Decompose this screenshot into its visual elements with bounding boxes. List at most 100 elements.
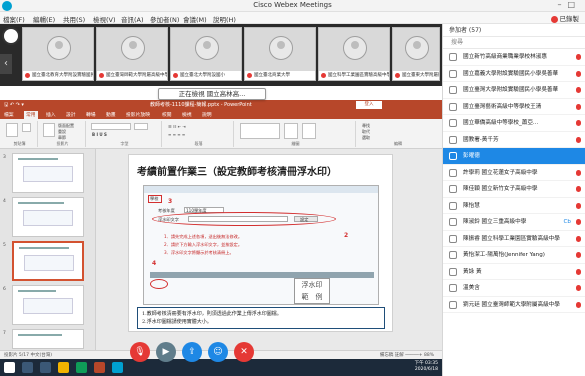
participant-row[interactable]: 溫美含 <box>443 280 585 297</box>
slide-thumbnail[interactable] <box>12 329 84 349</box>
muted-mic-icon[interactable] <box>576 235 581 242</box>
menu-file[interactable]: 檔案(F) <box>3 14 25 24</box>
align-icon[interactable]: ≡ ≡ ≡ ≡ <box>168 132 185 137</box>
video-thumbnail[interactable]: 國立科學工業園區實驗高級中學 <box>318 27 390 81</box>
muted-mic-icon[interactable] <box>576 136 581 143</box>
video-thumbnail[interactable]: 國立臺東大學附屬體育高級中學 <box>392 27 440 81</box>
muted-mic-icon[interactable] <box>576 285 581 291</box>
participant-row[interactable]: 許學莉 國立花蓮女子高級中學 <box>443 165 585 181</box>
participant-row[interactable]: 陳佳穎 國立新竹女子高級中學 <box>443 181 585 198</box>
slide-thumbnail[interactable] <box>12 285 84 325</box>
tab-file[interactable]: 檔案 <box>4 111 14 118</box>
taskbar-clock[interactable]: 下午 03:35 2020/6/18 <box>415 361 438 373</box>
video-thumbnail[interactable]: 國立臺北大學附設國小 <box>170 27 242 81</box>
ribbon-group-label: 編輯 <box>394 141 402 146</box>
video-button[interactable]: ▶ <box>156 342 176 362</box>
participant-row[interactable]: 國立嘉義大學附設實驗國民小學吳善華 <box>443 66 585 82</box>
muted-mic-icon[interactable] <box>576 219 581 225</box>
chrome-icon[interactable] <box>76 362 87 373</box>
quick-access-toolbar[interactable]: 🖫 ↶ ↷ ▾ <box>4 100 24 110</box>
ribbon-group-drawing: 繪圖 <box>236 121 356 147</box>
participant-row[interactable]: 國立臺灣大學附設實驗國民小學吳善華 <box>443 82 585 99</box>
tab-help[interactable]: 說明 <box>202 111 212 118</box>
tab-animations[interactable]: 動畫 <box>106 111 116 118</box>
participants-header[interactable]: 參加者 (57) <box>443 24 585 37</box>
menu-participants[interactable]: 參加者(N) <box>150 14 179 24</box>
webex-taskbar-icon[interactable] <box>112 362 123 373</box>
menu-help[interactable]: 說明(H) <box>213 14 236 24</box>
muted-mic-icon[interactable] <box>576 186 581 192</box>
muted-mic-icon[interactable] <box>576 301 581 308</box>
muted-mic-icon[interactable] <box>576 70 581 77</box>
paste-button[interactable] <box>6 123 18 137</box>
task-view-icon[interactable] <box>40 362 51 373</box>
participant-row[interactable]: 彭曜德 <box>443 148 585 165</box>
ribbon-group-slides: 版面配置 重設 章節 投影片 <box>40 121 86 147</box>
tab-design[interactable]: 設計 <box>66 111 76 118</box>
muted-mic-icon[interactable] <box>576 120 581 126</box>
strip-left-arrow-icon[interactable]: ‹ <box>0 54 12 74</box>
participants-button[interactable]: ☺ <box>208 342 228 362</box>
muted-mic-icon[interactable] <box>576 202 581 209</box>
participant-row[interactable]: 國立臺灣藝術高級中等學校王清 <box>443 99 585 115</box>
tab-home[interactable]: 常用 <box>24 111 38 119</box>
video-thumbnail[interactable]: 國立臺灣師範大學附屬高級中學 <box>96 27 168 81</box>
video-thumbnail[interactable]: 國立臺北教育大學附設實驗國民小學 <box>22 27 94 81</box>
arrange-button[interactable] <box>284 123 298 139</box>
new-slide-button[interactable] <box>43 123 55 137</box>
tab-view[interactable]: 檢視 <box>182 111 192 118</box>
participant-row[interactable]: 國立新竹高級商業職業學校林淑惠 <box>443 49 585 66</box>
muted-mic-icon[interactable] <box>576 252 581 258</box>
font-name-select[interactable] <box>91 123 131 130</box>
sign-in-button[interactable]: 登入 <box>356 101 382 109</box>
muted-mic-icon[interactable] <box>576 169 581 176</box>
muted-mic-icon[interactable] <box>576 268 581 275</box>
menu-share[interactable]: 共用(S) <box>63 14 85 24</box>
bullets-icon[interactable]: ☰ ☷ ⇤ ⇥ <box>168 124 186 129</box>
mute-button[interactable]: 🎙 <box>130 342 150 362</box>
slide-canvas[interactable]: 考績前置作業三（設定教師考核清冊浮水印） 學校 3 考核年度 110學年度 浮水… <box>128 154 393 332</box>
muted-mic-icon[interactable] <box>576 87 581 93</box>
menu-audio[interactable]: 音訊(A) <box>121 14 144 24</box>
window-controls[interactable]: –□ <box>557 0 581 9</box>
quick-styles-button[interactable] <box>302 123 316 139</box>
slide-thumbnail-active[interactable] <box>12 241 84 281</box>
font-size-select[interactable] <box>134 123 148 130</box>
slide-screenshot: 學校 3 考核年度 110學年度 浮水印文字 設定 2 1．請先完成上述各項，送… <box>143 185 379 305</box>
recording-indicator[interactable]: 已錄製 <box>550 13 579 23</box>
menu-edit[interactable]: 編輯(E) <box>33 14 55 24</box>
participant-row[interactable]: 黃詠 黃 <box>443 264 585 280</box>
thumb-title-line <box>19 247 69 249</box>
video-thumbnail[interactable]: 國立臺北商業大學 <box>244 27 316 81</box>
participant-row[interactable]: 劉元廷 國立臺灣師範大學附屬高級中學 <box>443 297 585 313</box>
start-icon[interactable] <box>4 362 15 373</box>
tab-insert[interactable]: 插入 <box>46 111 56 118</box>
participant-row[interactable]: 國教署-黃千芳 <box>443 132 585 148</box>
slide-thumbnail[interactable] <box>12 197 84 237</box>
cut-icon[interactable] <box>22 123 31 132</box>
tab-review[interactable]: 校閱 <box>162 111 172 118</box>
shapes-gallery[interactable] <box>240 123 280 139</box>
participant-row[interactable]: 陳怡慧 <box>443 198 585 214</box>
participant-list: 國立新竹高級商業職業學校林淑惠 國立嘉義大學附設實驗國民小學吳善華 國立臺灣大學附設… <box>443 49 585 313</box>
leave-meeting-button[interactable]: ✕ <box>234 342 254 362</box>
menu-view[interactable]: 檢視(V) <box>93 14 116 24</box>
bold-button[interactable]: B I U S <box>92 132 107 137</box>
participant-search-input[interactable]: 搜尋 <box>443 37 585 49</box>
participant-row[interactable]: 黃怡潔工-陽萬怡(Jennifer Yang) <box>443 247 585 264</box>
participant-row[interactable]: 陳淑鈴 國立三重高級中學 Cb <box>443 214 585 231</box>
slide-thumbnail[interactable] <box>12 153 84 193</box>
muted-mic-icon[interactable] <box>576 103 581 110</box>
tab-slideshow[interactable]: 投影片放映 <box>126 111 150 118</box>
sharing-banner[interactable]: 正在檢視 國立高林高... <box>158 88 266 100</box>
tab-transitions[interactable]: 轉場 <box>86 111 96 118</box>
file-explorer-icon[interactable] <box>58 362 69 373</box>
participant-row[interactable]: 陳振睿 國立科學工業園區實驗高級中學 <box>443 231 585 247</box>
muted-mic-icon[interactable] <box>576 54 581 60</box>
powerpoint-icon[interactable] <box>94 362 105 373</box>
menu-meeting[interactable]: 會議(M) <box>183 14 207 24</box>
zoom-controls[interactable]: 備忘稿 註解 ─────+ 88% <box>380 351 434 360</box>
share-button[interactable]: ⇪ <box>182 342 202 362</box>
search-icon[interactable] <box>22 362 33 373</box>
participant-row[interactable]: 國立華僑高級中等學校_蕭亞... <box>443 115 585 132</box>
